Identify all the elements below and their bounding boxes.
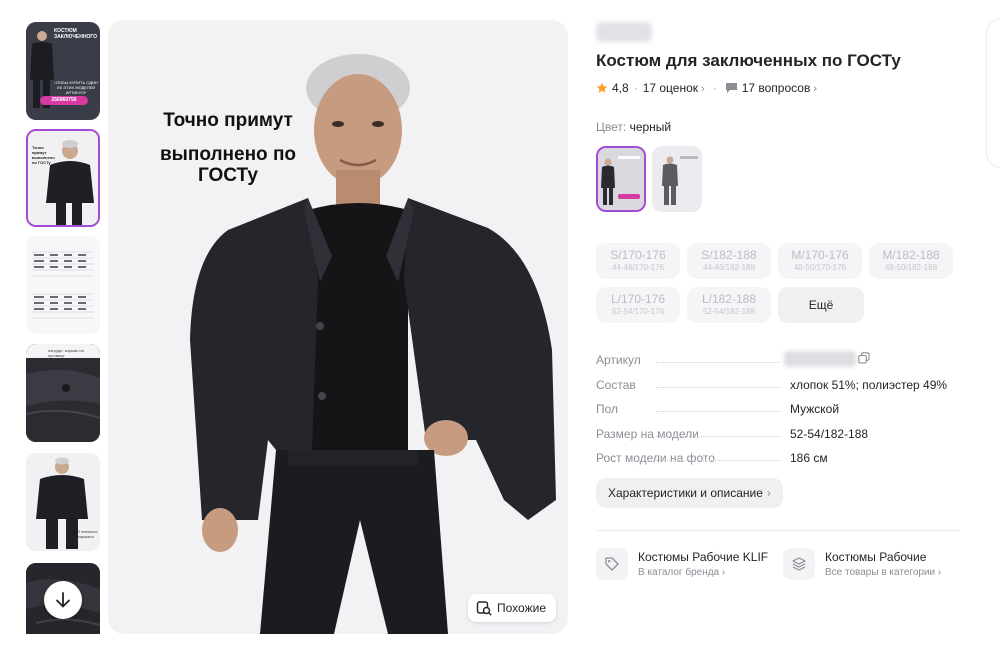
spec-list: Артикул Состав хлопок 51%; полиэстер 49%… bbox=[596, 348, 960, 471]
characteristics-label: Характеристики и описание bbox=[608, 486, 763, 500]
thumbnail-4-image bbox=[26, 344, 100, 442]
spec-key: Артикул bbox=[596, 353, 645, 368]
spec-row-model-size: Размер на модели 52-54/182-188 bbox=[596, 422, 960, 447]
chat-bubble-icon bbox=[725, 83, 737, 93]
product-title: Костюм для заключенных по ГОСТу bbox=[596, 51, 901, 70]
spec-row-composition: Состав хлопок 51%; полиэстер 49% bbox=[596, 373, 960, 398]
chevron-right-icon: › bbox=[766, 486, 771, 500]
size-main: L/170-176 bbox=[610, 292, 666, 306]
copy-icon[interactable] bbox=[858, 352, 870, 364]
similar-button[interactable]: Похожие bbox=[468, 594, 556, 622]
image-search-icon bbox=[476, 601, 492, 616]
reviews-link[interactable]: 17 оценок › bbox=[643, 81, 705, 95]
questions-count: 17 вопросов bbox=[741, 81, 811, 95]
size-sub: 44-46/170-176 bbox=[611, 263, 665, 272]
spec-value: хлопок 51%; полиэстер 49% bbox=[788, 377, 948, 392]
reviews-count: 17 оценок bbox=[642, 81, 699, 95]
size-option[interactable]: S/182-188 44-46/182-188 bbox=[687, 243, 771, 279]
size-sub: 52-54/170-176 bbox=[611, 307, 665, 316]
thumbnail-3[interactable] bbox=[26, 236, 100, 334]
spec-key: Состав bbox=[596, 377, 640, 392]
size-sub: 52-54/182-188 bbox=[702, 307, 756, 316]
thumbnail-1-caption: КОСТЮМ ЗАКЛЮЧЕННОГО bbox=[54, 28, 98, 40]
spec-dots bbox=[656, 460, 780, 461]
thumbnail-5-caption: 2 внешних кармана bbox=[78, 529, 98, 539]
spec-key: Пол bbox=[596, 402, 623, 417]
brand-catalog-title: Костюмы Рабочие KLIF bbox=[638, 550, 769, 564]
brand-catalog-subtitle: В каталог бренда › bbox=[638, 567, 726, 578]
rating-value: 4,8 bbox=[612, 81, 629, 95]
spec-row-article: Артикул bbox=[596, 348, 960, 373]
photo-promo-line-1: Точно примут bbox=[163, 110, 293, 131]
category-link[interactable]: Костюмы Рабочие Все товары в категории › bbox=[783, 548, 941, 580]
swatch-2-image bbox=[652, 146, 702, 212]
price-panel-edge bbox=[986, 18, 1000, 168]
category-subtitle: Все товары в категории › bbox=[825, 567, 942, 578]
size-option[interactable]: S/170-176 44-46/170-176 bbox=[596, 243, 680, 279]
questions-separator: · bbox=[712, 81, 717, 95]
thumbnail-1-article: 256860756 bbox=[40, 96, 88, 105]
questions-link[interactable]: 17 вопросов › bbox=[742, 81, 817, 95]
rating-separator: · bbox=[633, 81, 638, 95]
color-swatch-grey[interactable] bbox=[652, 146, 702, 212]
thumbnail-5[interactable]: 2 внешних кармана bbox=[26, 453, 100, 551]
rating-row: 4,8 · 17 оценок › · 17 вопросов › bbox=[596, 81, 817, 95]
color-swatch-black[interactable] bbox=[596, 146, 646, 212]
thumbnail-1-promo: ЧТОБЫ КУПИТЬ ОДИН ИЗ ЭТИХ МОДЕЛЕЙ АРТИКУ… bbox=[54, 80, 98, 95]
size-option[interactable]: M/182-188 48-50/182-188 bbox=[869, 243, 953, 279]
brand-catalog-link[interactable]: Костюмы Рабочие KLIF В каталог бренда › bbox=[596, 548, 774, 580]
size-main: S/170-176 bbox=[610, 248, 666, 262]
photo-promo-line-2: выполнено по ГОСТу bbox=[159, 144, 297, 186]
spec-row-model-height: Рост модели на фото 186 см bbox=[596, 446, 960, 471]
thumbnail-1[interactable]: КОСТЮМ ЗАКЛЮЧЕННОГО ЧТОБЫ КУПИТЬ ОДИН ИЗ… bbox=[26, 22, 100, 120]
scroll-down-button[interactable] bbox=[44, 581, 82, 619]
spec-value: 186 см bbox=[788, 451, 828, 466]
spec-key: Размер на модели bbox=[596, 426, 703, 441]
color-label-value: черный bbox=[629, 120, 672, 134]
brand-logo-blurred[interactable] bbox=[596, 22, 652, 42]
thumbnail-2[interactable]: Точно примут выполнено по ГОСТу bbox=[26, 129, 100, 227]
divider bbox=[596, 530, 960, 531]
chevron-right-icon: › bbox=[813, 83, 817, 95]
arrow-down-icon bbox=[56, 592, 70, 608]
more-sizes-button[interactable]: Ещё bbox=[778, 287, 864, 323]
size-main: M/182-188 bbox=[882, 248, 940, 262]
size-option[interactable]: M/170-176 48-50/170-176 bbox=[778, 243, 862, 279]
star-icon bbox=[596, 82, 608, 93]
size-option[interactable]: L/170-176 52-54/170-176 bbox=[596, 287, 680, 323]
thumbnail-4[interactable]: нагрудн. карман на пуговице bbox=[26, 344, 100, 442]
characteristics-button[interactable]: Характеристики и описание › bbox=[596, 478, 783, 508]
size-option[interactable]: L/182-188 52-54/182-188 bbox=[687, 287, 771, 323]
spec-dots bbox=[656, 386, 780, 388]
spec-value: Мужской bbox=[788, 402, 840, 417]
thumbnail-2-caption: Точно примут выполнено по ГОСТу bbox=[32, 145, 55, 165]
size-table-icon bbox=[26, 236, 100, 334]
thumbnail-4-caption: нагрудн. карман на пуговице bbox=[48, 348, 84, 358]
chevron-right-icon: › bbox=[701, 83, 705, 95]
spec-dots bbox=[656, 362, 780, 363]
spec-key: Рост модели на фото bbox=[596, 451, 719, 466]
swatch-1-image bbox=[598, 148, 644, 210]
similar-button-label: Похожие bbox=[497, 601, 546, 615]
color-label: Цвет: черный bbox=[596, 120, 671, 134]
tag-icon bbox=[596, 548, 628, 580]
spec-dots bbox=[656, 411, 780, 412]
main-product-photo[interactable]: Точно примут выполнено по ГОСТу Похожие bbox=[108, 20, 568, 634]
size-main: S/182-188 bbox=[701, 248, 757, 262]
layers-icon bbox=[783, 548, 815, 580]
size-sub: 48-50/170-176 bbox=[793, 263, 847, 272]
spec-value: 52-54/182-188 bbox=[788, 426, 869, 441]
spec-row-gender: Пол Мужской bbox=[596, 397, 960, 422]
color-label-key: Цвет: bbox=[596, 120, 627, 134]
category-title: Костюмы Рабочие bbox=[825, 550, 927, 564]
spec-dots bbox=[656, 435, 780, 437]
article-number-blurred bbox=[784, 351, 856, 367]
size-main: M/170-176 bbox=[791, 248, 849, 262]
thumbnail-list: КОСТЮМ ЗАКЛЮЧЕННОГО ЧТОБЫ КУПИТЬ ОДИН ИЗ… bbox=[26, 22, 102, 634]
size-main: L/182-188 bbox=[701, 292, 757, 306]
size-sub: 44-46/182-188 bbox=[702, 263, 756, 272]
size-sub: 48-50/182-188 bbox=[884, 263, 938, 272]
